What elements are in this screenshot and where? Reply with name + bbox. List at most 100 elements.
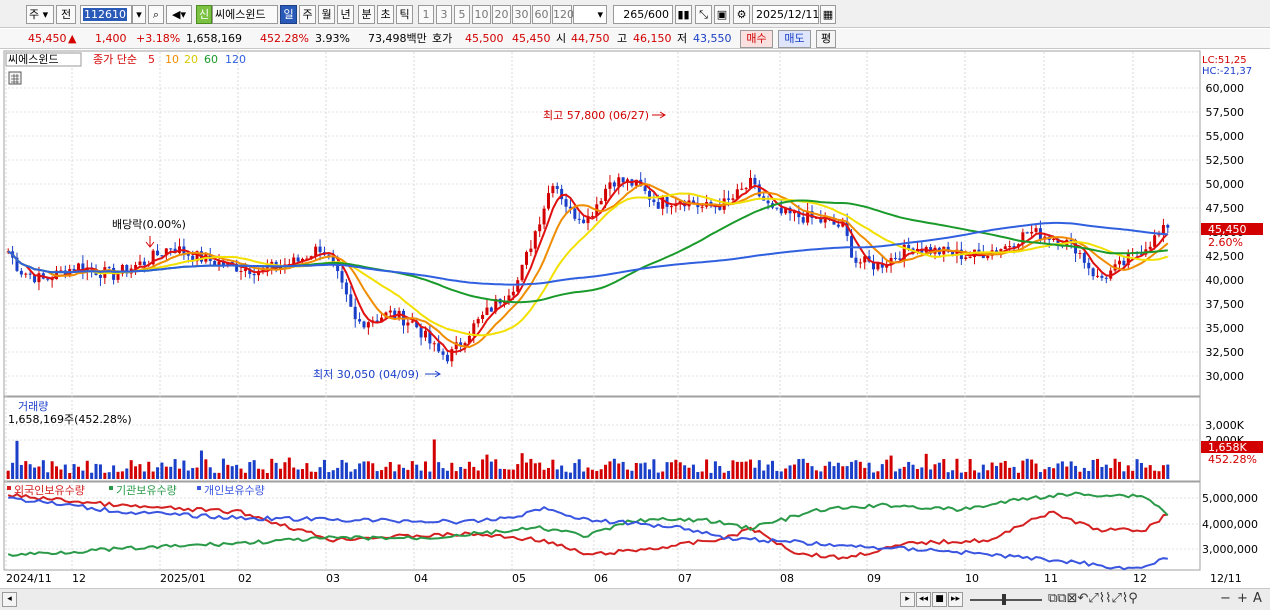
candle (19, 270, 23, 275)
count-input[interactable]: 265/600 (613, 5, 673, 24)
market-select[interactable]: 주 ▾ (26, 5, 54, 24)
chart-background (0, 50, 1270, 588)
tab-monthly[interactable]: 월 (318, 5, 335, 24)
tab-daily[interactable]: 일 (280, 5, 297, 24)
candle (1025, 232, 1029, 234)
volume-bar (94, 463, 98, 479)
volume-bar (757, 460, 761, 479)
buy-button[interactable]: 매수 (740, 30, 773, 48)
plus-icon[interactable]: + (1237, 591, 1248, 607)
volume-bar (186, 470, 190, 479)
volume-bar (217, 472, 221, 479)
trade-amount: 73,498백만 (368, 32, 427, 45)
candle (142, 261, 146, 265)
interval-1[interactable]: 1 (418, 5, 434, 24)
search-icon[interactable]: ⌕ (148, 5, 164, 24)
interval-30[interactable]: 30 (512, 5, 531, 24)
stock-name-field[interactable]: 씨에스윈드 (212, 5, 278, 24)
candle (621, 177, 625, 183)
candle (423, 330, 427, 338)
volume-bar (1148, 465, 1152, 479)
volume-bar (582, 471, 586, 479)
volume-bar (498, 468, 502, 479)
tool-icons[interactable]: ⧉⧉⊠↶⤢⌇⌇⤢⌇⚲ (1048, 591, 1138, 607)
tab-tick[interactable]: 틱 (396, 5, 413, 24)
zoom-slider[interactable] (970, 599, 1042, 601)
volume-bar (814, 470, 818, 479)
volume-bar (634, 462, 638, 479)
x-tick-label: 06 (594, 572, 608, 585)
interval-20[interactable]: 20 (492, 5, 511, 24)
volume-bar (208, 467, 212, 479)
volume-bar (454, 471, 458, 479)
candle (604, 188, 608, 202)
volume-bar (516, 464, 520, 479)
volume-bar (423, 461, 427, 479)
stock-code-input[interactable]: 112610 (80, 5, 132, 24)
candle (551, 186, 555, 194)
volume-bar (951, 470, 955, 479)
candle (375, 320, 379, 322)
interval-custom-select[interactable]: ▾ (573, 5, 607, 24)
interval-3[interactable]: 3 (436, 5, 452, 24)
volume-bar (674, 459, 678, 479)
draw-line-icon[interactable]: ⤡ (695, 5, 712, 24)
candle (1166, 224, 1170, 228)
sell-button[interactable]: 매도 (778, 30, 811, 48)
volume-bar (573, 463, 577, 479)
save-icon[interactable]: ▣ (714, 5, 730, 24)
candle (1096, 275, 1100, 277)
candle (555, 186, 559, 189)
volume-bar (529, 458, 533, 479)
legend-ma10: 10 (165, 53, 179, 66)
date-input[interactable]: 2025/12/11 (752, 5, 819, 24)
candle (529, 248, 533, 252)
forward-icon[interactable]: ▸▸ (948, 592, 963, 607)
stop-icon[interactable]: ■ (932, 592, 947, 607)
speaker-icon[interactable]: ◀▾ (166, 5, 192, 24)
tab-minute[interactable]: 분 (358, 5, 375, 24)
volume-bar (700, 471, 704, 479)
volume-bar (1021, 460, 1025, 479)
volume-bar (713, 461, 717, 479)
volume-bar (243, 472, 247, 479)
volume-percent: 452.28% (260, 32, 309, 45)
candle (353, 306, 357, 320)
tab-second[interactable]: 초 (377, 5, 394, 24)
bid-label: 호가 (432, 32, 453, 45)
code-dropdown-icon[interactable]: ▾ (132, 5, 146, 24)
tab-weekly[interactable]: 주 (299, 5, 316, 24)
volume-bar (1139, 462, 1143, 479)
turnover-rate: 3.93% (315, 32, 350, 45)
x-tick-label: 2024/11 (6, 572, 52, 585)
candle (740, 188, 744, 190)
candle (28, 273, 32, 275)
zoom-slider-handle[interactable] (1002, 594, 1006, 605)
y-tick-label: 30,000 (1206, 370, 1245, 383)
volume-bar (1047, 467, 1051, 479)
calendar-icon[interactable]: ▦ (820, 5, 836, 24)
tab-yearly[interactable]: 년 (337, 5, 354, 24)
candle-settings-icon[interactable]: ▮▮ (675, 5, 692, 24)
volume-bar (393, 471, 397, 479)
scroll-left-icon[interactable]: ◂ (2, 592, 17, 607)
volume-bar (929, 469, 933, 479)
gear-icon[interactable]: ⚙ (733, 5, 750, 24)
period-button[interactable]: 전 (56, 5, 76, 24)
eval-button[interactable]: 평 (816, 30, 836, 48)
volume-bar (705, 459, 709, 479)
volume-bar (489, 461, 493, 479)
next-icon[interactable]: ▸ (900, 592, 915, 607)
volume-bar (349, 471, 353, 479)
interval-60[interactable]: 60 (532, 5, 551, 24)
interval-5[interactable]: 5 (454, 5, 470, 24)
candle (801, 217, 805, 223)
volume-bar (283, 462, 287, 479)
volume-value: 1,658,169주(452.28%) (8, 413, 132, 426)
rewind-icon[interactable]: ◂◂ (916, 592, 931, 607)
volume-bar (81, 470, 85, 479)
interval-10[interactable]: 10 (472, 5, 491, 24)
minus-icon[interactable]: − (1220, 591, 1231, 607)
font-icon[interactable]: A (1253, 591, 1262, 607)
interval-120[interactable]: 120 (552, 5, 574, 24)
